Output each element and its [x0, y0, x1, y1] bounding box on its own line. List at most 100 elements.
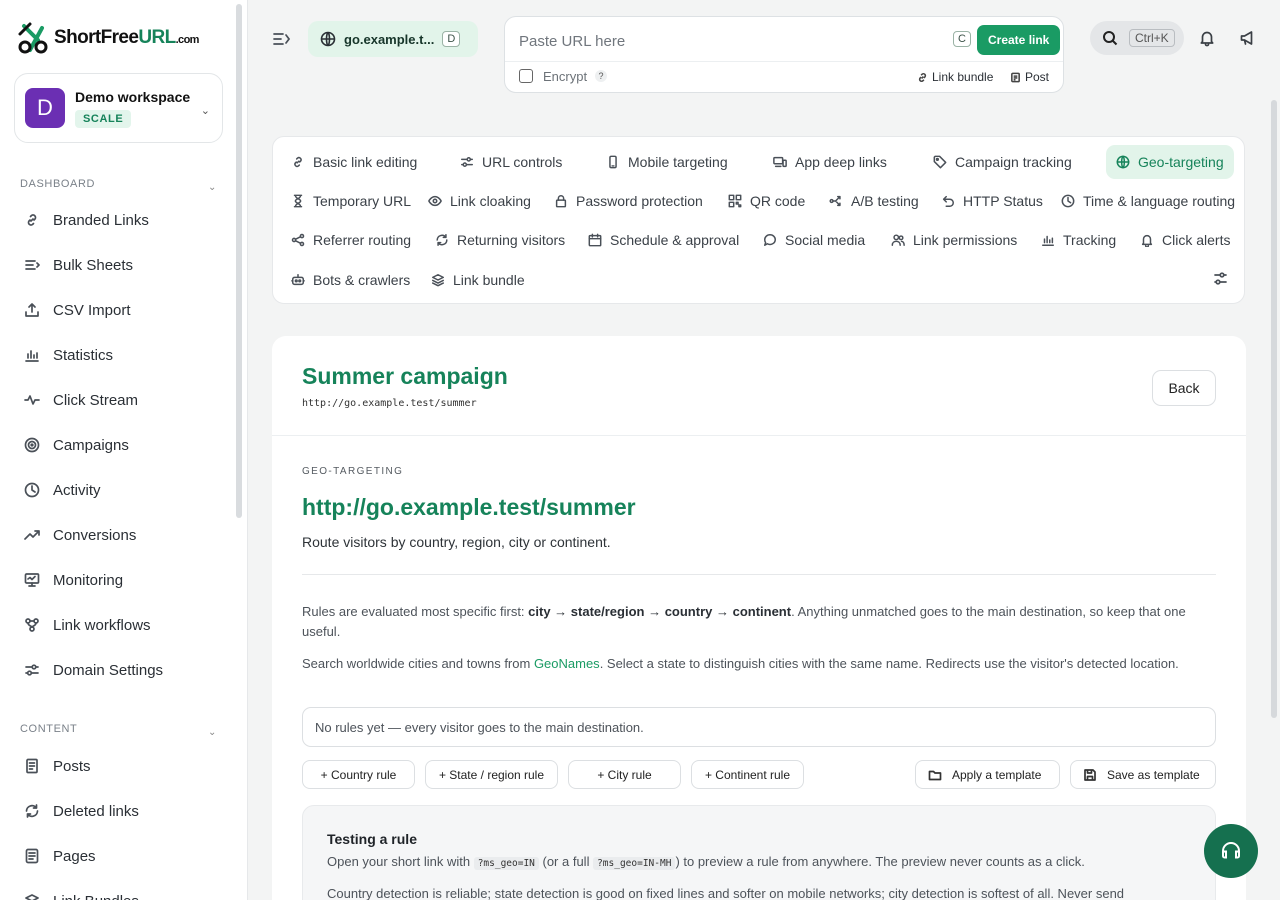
- sidebar-item-label: Click Stream: [53, 391, 139, 409]
- brand-logo[interactable]: ShortFreeURL.com: [16, 20, 199, 56]
- section-description: Route visitors by country, region, city …: [302, 534, 611, 550]
- tab-link-bundle[interactable]: Link bundle: [431, 263, 525, 297]
- upload-icon: [25, 303, 39, 317]
- geonames-link[interactable]: GeoNames: [534, 656, 600, 671]
- sidebar-item-deleted-links[interactable]: Deleted links: [24, 796, 139, 826]
- tab-qr-code[interactable]: QR code: [728, 184, 805, 218]
- domain-name: go.example.t...: [344, 31, 435, 47]
- tab-geo-targeting[interactable]: Geo-targeting: [1106, 145, 1234, 179]
- search-icon: [1103, 31, 1118, 46]
- tab-a-b-testing[interactable]: A/B testing: [829, 184, 919, 218]
- undo-icon: [942, 195, 954, 207]
- encrypt-checkbox[interactable]: [519, 69, 533, 83]
- clock-icon: [1061, 194, 1075, 208]
- search-button[interactable]: Ctrl+K: [1090, 21, 1184, 55]
- layers-icon: [25, 894, 39, 900]
- sidebar-item-campaigns[interactable]: Campaigns: [24, 430, 129, 460]
- tab-label: Bots & crawlers: [313, 272, 411, 288]
- tab-label: Schedule & approval: [610, 232, 740, 248]
- code-snippet: ?ms_geo=IN: [473, 857, 539, 870]
- sidebar-item-domain-settings[interactable]: Domain Settings: [24, 655, 163, 685]
- add-continent-rule-button[interactable]: + Continent rule: [691, 760, 804, 789]
- add-state-rule-button[interactable]: + State / region rule: [425, 760, 558, 789]
- tab-password-protection[interactable]: Password protection: [554, 184, 703, 218]
- sidebar-item-label: Campaigns: [53, 436, 129, 454]
- sidebar-item-click-stream[interactable]: Click Stream: [24, 385, 138, 415]
- sliders-icon[interactable]: [1213, 271, 1228, 289]
- workspace-switcher[interactable]: D Demo workspace SCALE ⌄: [14, 73, 223, 143]
- tab-app-deep-links[interactable]: App deep links: [773, 145, 887, 179]
- tab-social-media[interactable]: Social media: [763, 223, 865, 257]
- tab-temporary-url[interactable]: Temporary URL: [291, 184, 411, 218]
- tab-schedule-approval[interactable]: Schedule & approval: [588, 223, 739, 257]
- bar-chart-icon: [1042, 235, 1054, 246]
- tab-label: Link cloaking: [450, 193, 531, 209]
- tab-label: Basic link editing: [313, 154, 418, 170]
- add-city-rule-button[interactable]: + City rule: [568, 760, 681, 789]
- bell-icon: [1141, 234, 1153, 247]
- geonames-explanation: Search worldwide cities and towns from G…: [302, 656, 1179, 671]
- sidebar-item-label: Statistics: [53, 346, 114, 364]
- sidebar-item-posts[interactable]: Posts: [24, 751, 91, 781]
- tab-label: HTTP Status: [963, 193, 1043, 209]
- sidebar-toggle-icon[interactable]: [272, 30, 291, 51]
- tab-url-controls[interactable]: URL controls: [460, 145, 562, 179]
- sidebar-item-link-workflows[interactable]: Link workflows: [24, 610, 151, 640]
- chevron-down-icon: ⌄: [200, 105, 210, 117]
- devices-icon: [773, 156, 787, 168]
- domain-shortcut: D: [442, 31, 461, 47]
- sidebar-item-branded-links[interactable]: Branded Links: [24, 205, 149, 235]
- bell-icon[interactable]: [1198, 29, 1216, 50]
- testing-info-box: Testing a rule Open your short link with…: [302, 805, 1216, 900]
- sidebar-item-label: Activity: [53, 481, 101, 499]
- tab-basic-link-editing[interactable]: Basic link editing: [291, 145, 417, 179]
- tab-returning-visitors[interactable]: Returning visitors: [435, 223, 565, 257]
- sidebar-item-label: Domain Settings: [53, 661, 164, 679]
- sidebar-item-pages[interactable]: Pages: [24, 841, 96, 871]
- megaphone-icon[interactable]: [1239, 29, 1257, 50]
- tab-link-cloaking[interactable]: Link cloaking: [428, 184, 531, 218]
- create-link-button[interactable]: Create link: [977, 25, 1061, 55]
- sidebar-item-link-bundles[interactable]: Link Bundles: [24, 886, 139, 900]
- sidebar-item-csv-import[interactable]: CSV Import: [24, 295, 131, 325]
- post-button[interactable]: Post: [1010, 70, 1049, 84]
- tab-click-alerts[interactable]: Click alerts: [1140, 223, 1230, 257]
- tab-referrer-routing[interactable]: Referrer routing: [291, 223, 411, 257]
- logo-mark-icon: [18, 22, 48, 54]
- tab-label: Geo-targeting: [1138, 154, 1224, 170]
- sidebar-scrollbar[interactable]: [236, 4, 242, 518]
- back-button[interactable]: Back: [1152, 370, 1216, 406]
- tab-label: Link bundle: [453, 272, 525, 288]
- tab-link-permissions[interactable]: Link permissions: [891, 223, 1017, 257]
- domain-selector[interactable]: go.example.t... D: [308, 21, 478, 57]
- search-shortcut: Ctrl+K: [1129, 29, 1175, 47]
- tab-mobile-targeting[interactable]: Mobile targeting: [606, 145, 728, 179]
- lock-icon: [555, 195, 567, 208]
- url-input[interactable]: Paste URL here: [519, 33, 625, 50]
- tab-http-status[interactable]: HTTP Status: [941, 184, 1043, 218]
- sidebar-item-activity[interactable]: Activity: [24, 475, 101, 505]
- tab-bots-crawlers[interactable]: Bots & crawlers: [291, 263, 410, 297]
- chevron-down-icon[interactable]: ⌄: [208, 182, 216, 193]
- sliders-icon: [25, 664, 39, 676]
- save-template-button[interactable]: Save as template: [1070, 760, 1216, 789]
- support-chat-button[interactable]: [1204, 824, 1258, 878]
- chevron-down-icon[interactable]: ⌄: [208, 727, 216, 738]
- sidebar-item-statistics[interactable]: Statistics: [24, 340, 113, 370]
- refresh-icon: [25, 804, 39, 818]
- tab-campaign-tracking[interactable]: Campaign tracking: [933, 145, 1072, 179]
- sidebar-item-monitoring[interactable]: Monitoring: [24, 565, 123, 595]
- add-country-rule-button[interactable]: + Country rule: [302, 760, 415, 789]
- apply-template-button[interactable]: Apply a template: [915, 760, 1060, 789]
- page-icon: [25, 848, 39, 864]
- page-scrollbar[interactable]: [1271, 100, 1277, 718]
- help-icon[interactable]: ?: [595, 70, 607, 82]
- folder-icon: [928, 770, 942, 780]
- save-template-label: Save as template: [1107, 767, 1200, 782]
- tab-time-language-routing[interactable]: Time & language routing: [1061, 184, 1235, 218]
- link-bundle-button[interactable]: Link bundle: [917, 70, 993, 84]
- url-shortcut: C: [953, 31, 971, 47]
- sidebar-item-bulk-sheets[interactable]: Bulk Sheets: [24, 250, 133, 280]
- sidebar-item-conversions[interactable]: Conversions: [24, 520, 136, 550]
- tab-tracking[interactable]: Tracking: [1041, 223, 1116, 257]
